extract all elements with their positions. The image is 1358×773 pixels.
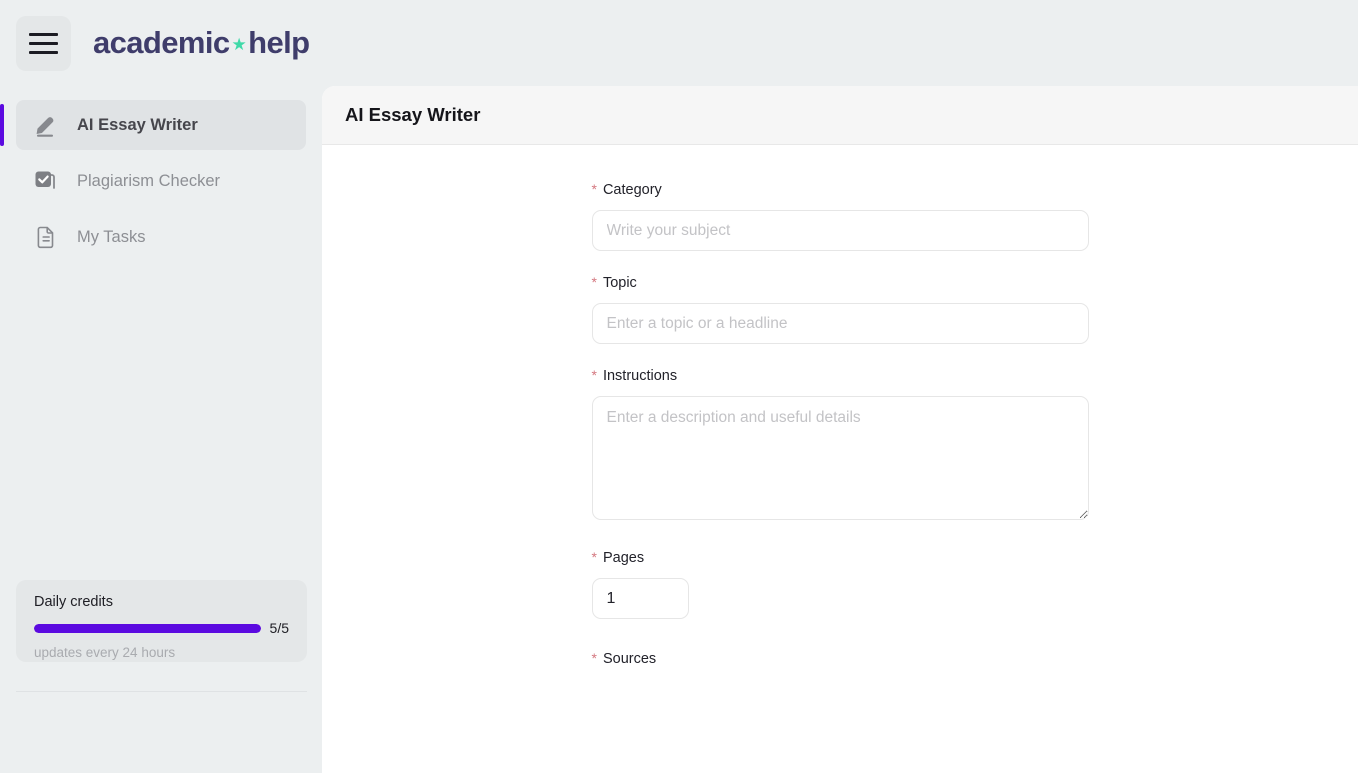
menu-line: [29, 32, 58, 36]
sidebar-item-label: My Tasks: [77, 227, 146, 246]
label-text: Category: [602, 182, 662, 198]
required-marker: *: [591, 650, 597, 666]
field-label-instructions: * Instructions: [592, 368, 1089, 384]
daily-credits-progress-fill: [34, 623, 261, 633]
field-label-category: * Category: [592, 182, 1089, 198]
daily-credits-subtitle: updates every 24 hours: [34, 645, 176, 660]
panel-body: * Category * Topic *: [322, 145, 1358, 773]
required-marker: *: [591, 181, 597, 197]
star-icon: ★: [231, 34, 247, 54]
daily-credits-card: Daily credits 5/5 updates every 24 hours: [16, 580, 307, 662]
page-title: AI Essay Writer: [345, 104, 481, 125]
menu-line: [29, 50, 58, 54]
category-input[interactable]: [591, 210, 1089, 251]
required-marker: *: [591, 549, 597, 565]
sidebar-divider: [16, 691, 307, 692]
document-list-icon: [30, 222, 60, 252]
instructions-textarea[interactable]: [591, 396, 1089, 520]
menu-line: [29, 41, 58, 45]
daily-credits-title: Daily credits: [34, 594, 113, 610]
logo-text-primary: academic: [93, 25, 230, 60]
daily-credits-row: 5/5: [34, 620, 289, 636]
required-marker: *: [591, 274, 597, 290]
label-text: Topic: [602, 275, 637, 291]
sidebar-nav: AI Essay Writer Plagiarism Checker My Ta…: [0, 86, 322, 262]
field-pages: * Pages: [591, 550, 1089, 619]
sidebar-item-label: Plagiarism Checker: [77, 171, 221, 190]
daily-credits-progress: [34, 623, 261, 633]
hamburger-menu-icon[interactable]: [16, 15, 71, 71]
app-root: academic ★ help AI Essay Writer Plagiari…: [0, 0, 1358, 773]
sidebar-item-ai-essay-writer[interactable]: AI Essay Writer: [0, 100, 306, 150]
sidebar-item-label: AI Essay Writer: [77, 115, 198, 134]
sidebar: AI Essay Writer Plagiarism Checker My Ta…: [0, 86, 322, 773]
essay-form: * Category * Topic *: [591, 145, 1089, 667]
label-text: Instructions: [602, 368, 678, 384]
pages-input[interactable]: [591, 578, 689, 619]
checkbox-check-icon: [30, 166, 60, 196]
daily-credits-count: 5/5: [269, 620, 289, 636]
field-category: * Category: [591, 182, 1089, 251]
field-instructions: * Instructions: [591, 368, 1089, 520]
label-text: Sources: [602, 651, 657, 667]
field-sources: * Sources: [592, 651, 1089, 667]
field-label-sources: * Sources: [592, 651, 1089, 667]
logo-text-secondary: help: [248, 25, 310, 60]
required-marker: *: [591, 367, 597, 383]
topic-input[interactable]: [591, 303, 1089, 344]
pencil-icon: [30, 110, 60, 140]
sidebar-item-my-tasks[interactable]: My Tasks: [16, 212, 306, 262]
field-label-pages: * Pages: [592, 550, 1089, 566]
content-panel: AI Essay Writer * Category * Topic: [322, 86, 1358, 773]
panel-header: AI Essay Writer: [322, 86, 1358, 145]
label-text: Pages: [602, 550, 645, 566]
sidebar-item-plagiarism-checker[interactable]: Plagiarism Checker: [16, 156, 306, 206]
brand-logo[interactable]: academic ★ help: [93, 25, 310, 61]
top-bar: academic ★ help: [0, 0, 1358, 86]
field-topic: * Topic: [591, 275, 1089, 344]
field-label-topic: * Topic: [592, 275, 1089, 291]
